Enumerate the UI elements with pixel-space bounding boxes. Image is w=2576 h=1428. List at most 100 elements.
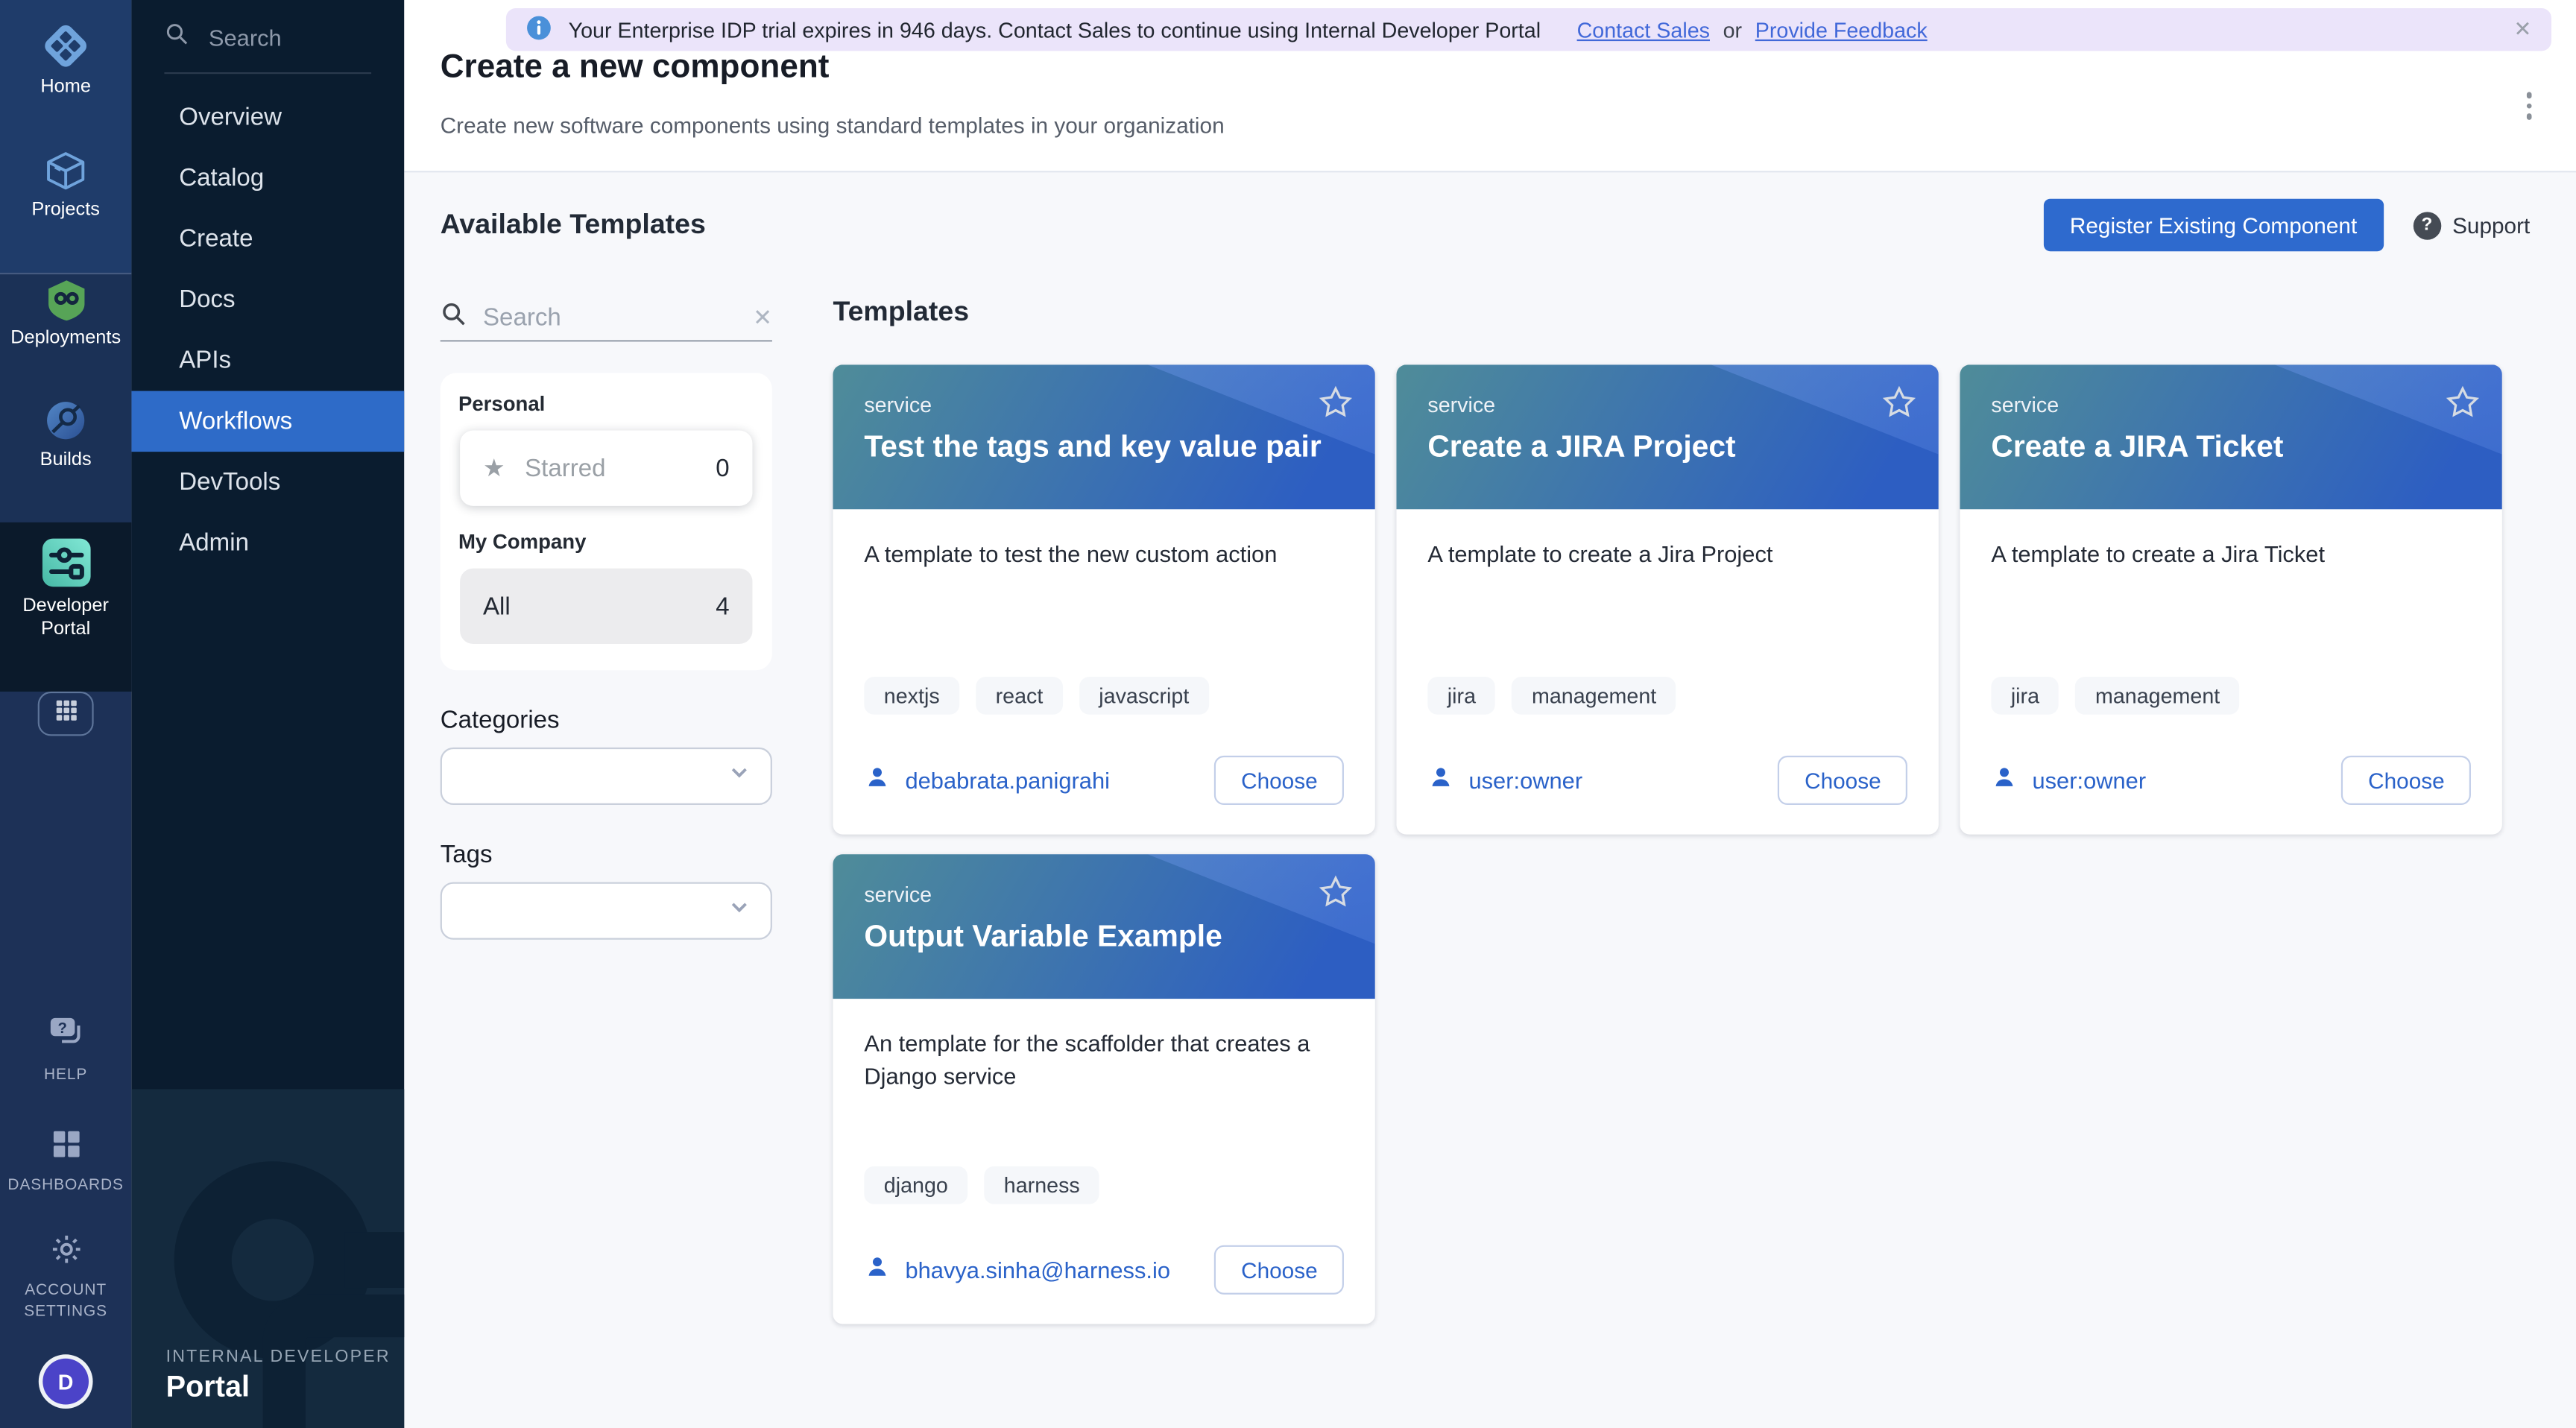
page-subtitle: Create new software components using sta… [441,113,1225,138]
sidebar-footer-kicker: INTERNAL DEVELOPER [166,1346,391,1365]
rail-item-label: Deployments [10,329,121,351]
star-outline-icon[interactable] [1318,874,1354,919]
card-description: An template for the scaffolder that crea… [864,1027,1332,1166]
sidebar-footer: INTERNAL DEVELOPER Portal [131,1088,404,1428]
svg-text:?: ? [57,1020,67,1037]
owner-link[interactable]: user:owner [2032,767,2341,793]
rail-item-deployments[interactable]: Deployments [0,277,131,351]
contact-sales-link[interactable]: Contact Sales [1577,17,1710,42]
banner-conjunction: or [1723,17,1742,42]
banner-close-icon[interactable]: ✕ [2513,16,2531,42]
owner-link[interactable]: user:owner [1468,767,1778,793]
person-icon [1427,763,1453,797]
card-tags: jira management [1991,677,2471,715]
sidebar-search[interactable] [164,16,374,59]
card-tags: nextjs react javascript [864,677,1344,715]
template-card: service Create a JIRA Project A template… [1396,364,1938,834]
register-existing-component-button[interactable]: Register Existing Component [2044,199,2384,252]
card-footer: user:owner Choose [1991,756,2471,805]
templates-area: Templates service Test the tags and key … [833,296,2576,1324]
kebab-menu-icon[interactable] [2521,87,2536,124]
template-cards-grid: service Test the tags and key value pair… [833,364,2508,1324]
card-title: Output Variable Example [864,918,1344,954]
sidebar-item-devtools[interactable]: DevTools [131,452,404,513]
card-footer: bhavya.sinha@harness.io Choose [864,1245,1344,1295]
rail-item-developer-portal[interactable]: Developer Portal [0,536,131,642]
support-button[interactable]: ? Support [2413,211,2530,238]
rail-item-label: Developer Portal [18,596,113,642]
card-tags: jira management [1427,677,1907,715]
template-search[interactable]: ✕ [441,296,772,342]
developer-portal-icon [39,536,93,590]
personal-label: Personal [458,393,754,416]
tag-chip: react [976,677,1063,715]
search-icon [164,22,189,54]
choose-button[interactable]: Choose [2342,756,2471,805]
card-header: service Create a JIRA Ticket [1960,364,2501,509]
template-card: service Test the tags and key value pair… [833,364,1374,834]
template-card: service Output Variable Example An templ… [833,854,1374,1324]
card-footer: debabrata.panigrahi Choose [864,756,1344,805]
tag-chip: harness [984,1166,1099,1204]
person-icon [864,763,890,797]
rail-item-dashboards[interactable]: DASHBOARDS [0,1127,131,1197]
card-description: A template to test the new custom action [864,537,1344,677]
support-label: Support [2452,212,2530,237]
owner-link[interactable]: debabrata.panigrahi [905,767,1214,793]
template-search-input[interactable] [480,303,740,334]
module-rail: Home Projects Deployments [0,0,131,1428]
provide-feedback-link[interactable]: Provide Feedback [1755,17,1928,42]
sidebar-item-apis[interactable]: APIs [131,330,404,391]
clear-search-icon[interactable]: ✕ [753,304,772,332]
sidebar-item-catalog[interactable]: Catalog [131,148,404,209]
rail-item-help[interactable]: ? HELP [0,1012,131,1087]
sidebar-item-docs[interactable]: Docs [131,269,404,330]
rail-item-projects[interactable]: Projects [0,148,131,223]
rail-item-label: HELP [44,1067,87,1087]
sidebar-item-overview[interactable]: Overview [131,87,404,148]
tag-chip: nextjs [864,677,959,715]
star-outline-icon[interactable] [1881,385,1917,429]
star-outline-icon[interactable] [1318,385,1354,429]
sidebar-search-input[interactable] [206,23,375,53]
ownership-filter-card: Personal ★ Starred 0 My Company All 4 [441,373,772,670]
sidebar-footer-title: Portal [166,1369,250,1403]
idp-sidebar: Overview Catalog Create Docs APIs Workfl… [131,0,404,1428]
choose-button[interactable]: Choose [1778,756,1907,805]
templates-heading: Templates [833,296,2576,329]
module-picker-button[interactable] [38,692,94,736]
rail-item-label: Home [40,78,91,100]
card-type: service [864,882,1344,907]
sidebar-item-workflows[interactable]: Workflows [131,391,404,452]
rail-item-home[interactable]: Home [0,22,131,100]
sidebar-menu: Overview Catalog Create Docs APIs Workfl… [131,87,404,573]
card-header: service Output Variable Example [833,854,1374,999]
chevron-down-icon [727,895,751,926]
sidebar-item-create[interactable]: Create [131,209,404,270]
starred-filter-row[interactable]: ★ Starred 0 [460,430,752,505]
tag-chip: jira [1991,677,2059,715]
tags-label: Tags [441,841,772,868]
toolbar: Available Templates Register Existing Co… [441,199,2531,252]
deployments-shield-icon [43,277,88,322]
apps-grid-icon [54,698,78,730]
owner-link[interactable]: bhavya.sinha@harness.io [905,1257,1214,1283]
rail-item-builds[interactable]: Builds [0,397,131,473]
card-title: Create a JIRA Project [1427,429,1907,464]
decorative-bar [345,1231,404,1287]
categories-dropdown[interactable] [441,748,772,805]
choose-button[interactable]: Choose [1215,756,1344,805]
choose-button[interactable]: Choose [1215,1245,1344,1295]
card-body: A template to create a Jira Ticket jira … [1960,509,2501,834]
card-header: service Create a JIRA Project [1396,364,1938,509]
rail-item-account-settings[interactable]: ACCOUNT SETTINGS [0,1232,131,1322]
tag-chip: django [864,1166,967,1204]
card-title: Create a JIRA Ticket [1991,429,2471,464]
all-filter-row[interactable]: All 4 [460,569,752,644]
user-avatar[interactable]: D [42,1359,89,1405]
tags-dropdown[interactable] [441,882,772,940]
star-outline-icon[interactable] [2445,385,2481,429]
card-header: service Test the tags and key value pair [833,364,1374,509]
sidebar-item-admin[interactable]: Admin [131,513,404,574]
card-type: service [1991,393,2471,417]
